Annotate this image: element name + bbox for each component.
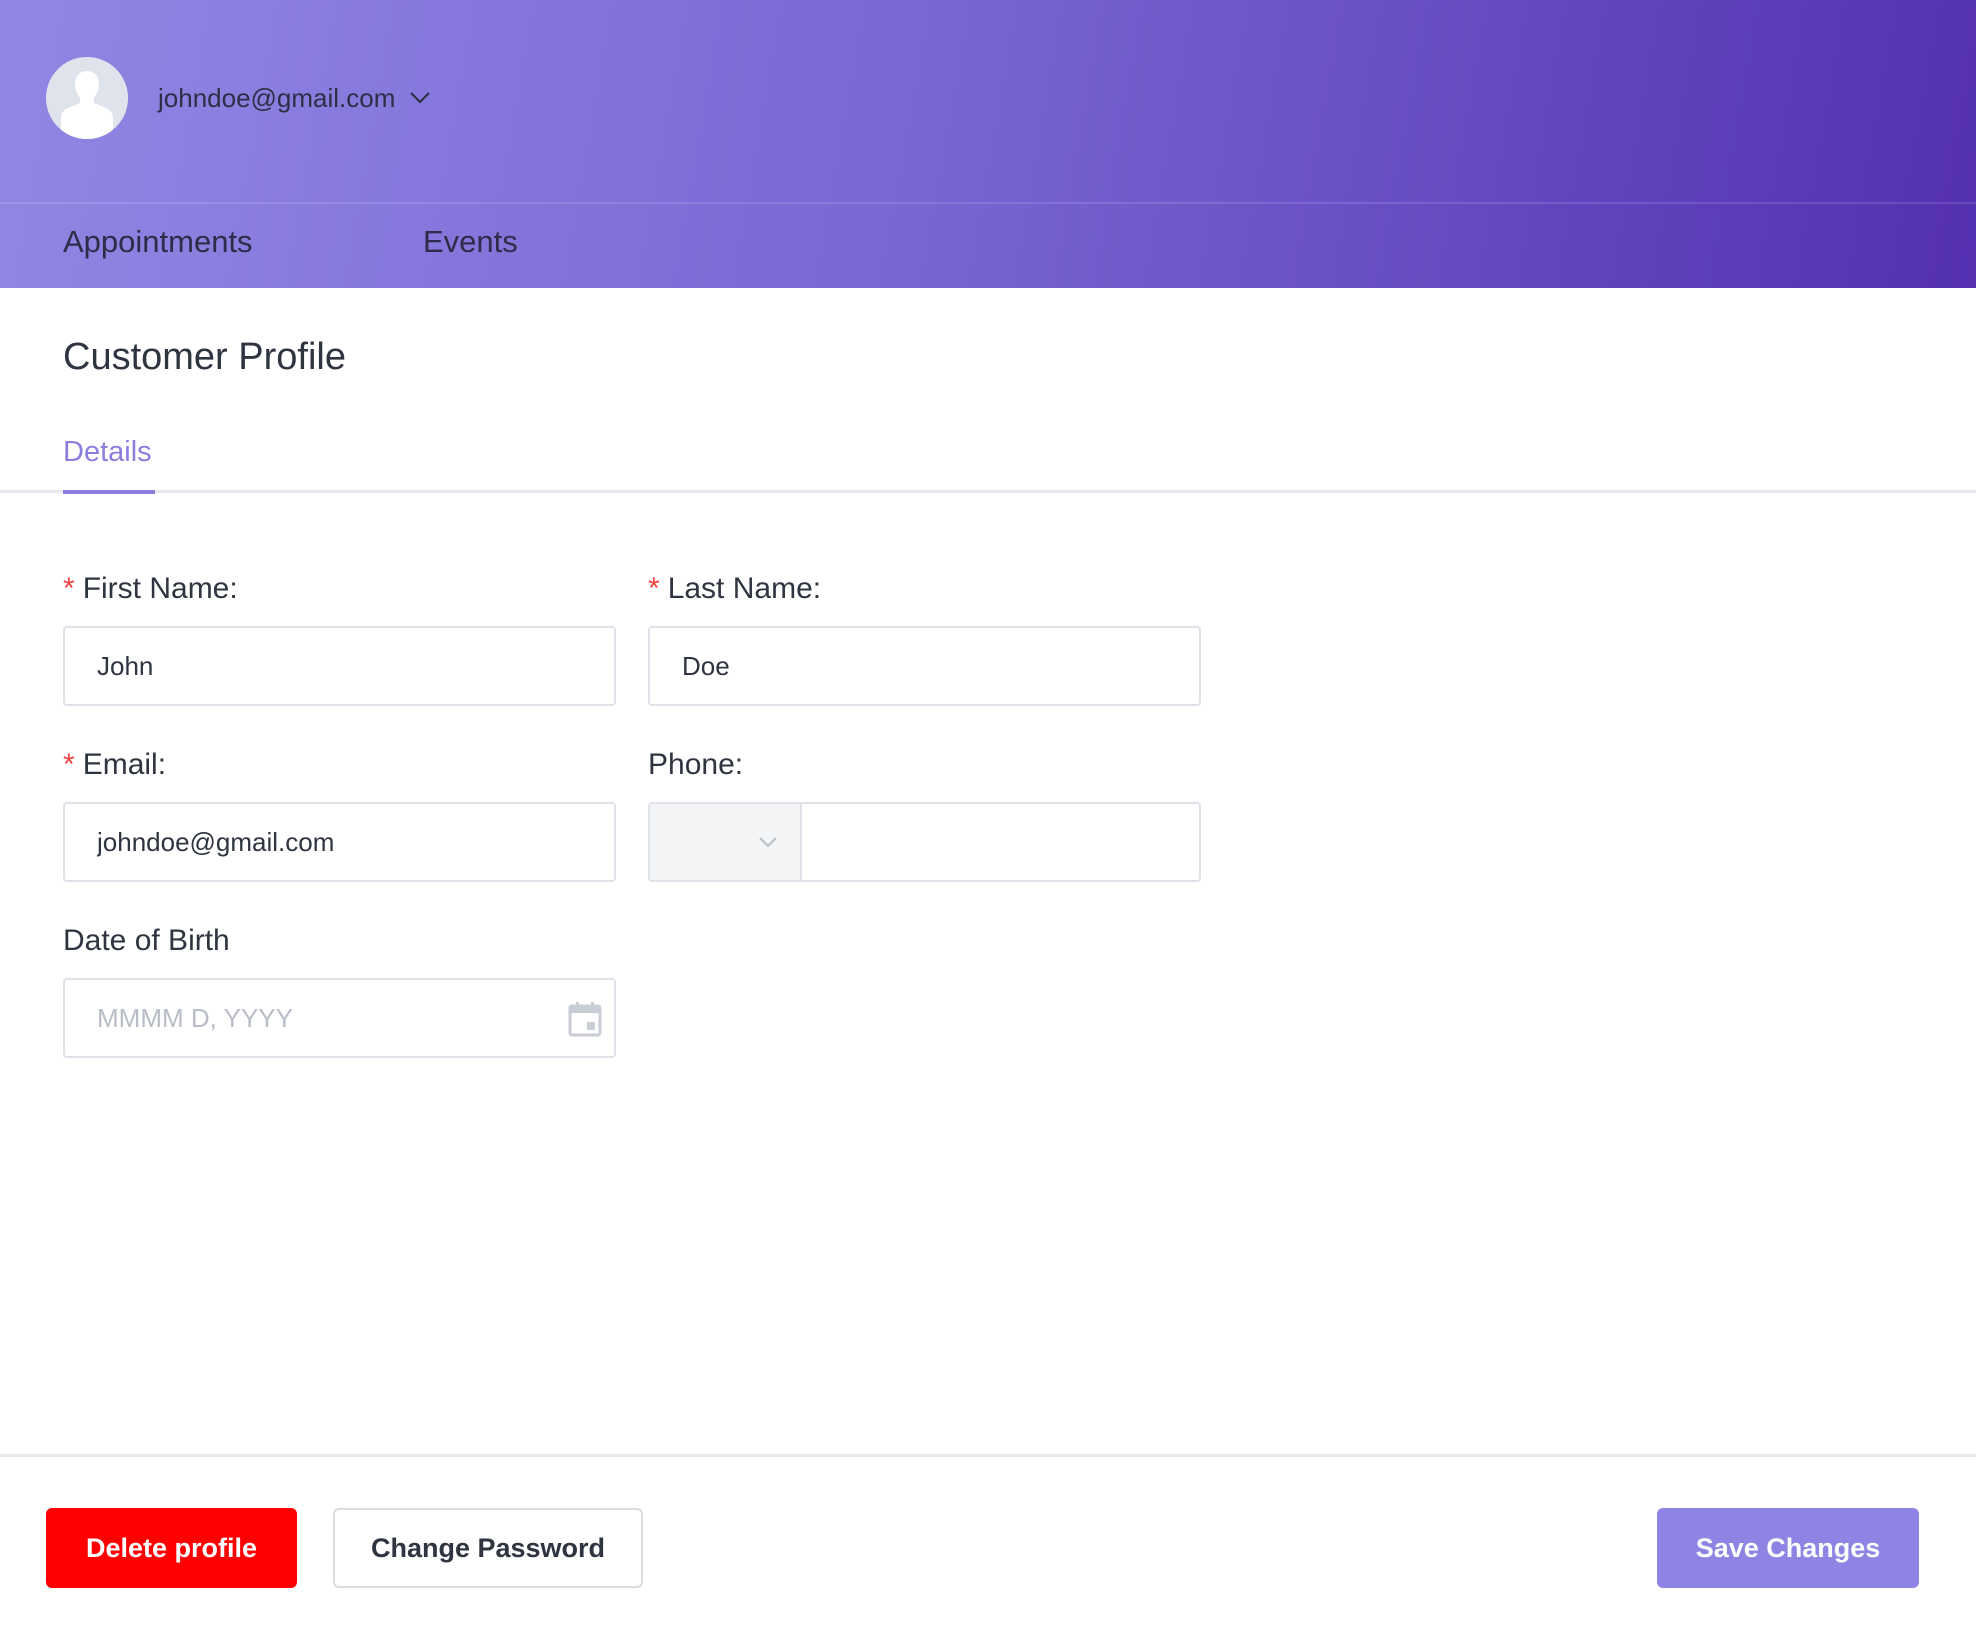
- required-marker: *: [648, 572, 660, 605]
- required-marker: *: [63, 572, 75, 605]
- first-name-label: * First Name:: [63, 572, 238, 606]
- chevron-down-icon: [759, 837, 777, 848]
- user-avatar-icon[interactable]: [46, 57, 128, 139]
- email-label: * Email:: [63, 748, 166, 782]
- change-password-button[interactable]: Change Password: [333, 1508, 643, 1588]
- app-header: johndoe@gmail.com Appointments Events: [0, 0, 1976, 288]
- tab-details[interactable]: Details: [63, 436, 152, 469]
- last-name-label: * Last Name:: [648, 572, 821, 606]
- last-name-label-text: Last Name:: [667, 572, 822, 605]
- email-label-text: Email:: [82, 748, 167, 781]
- email-input[interactable]: [63, 802, 616, 882]
- dob-label: Date of Birth: [63, 924, 230, 957]
- delete-profile-button[interactable]: Delete profile: [46, 1508, 297, 1588]
- footer-divider: [0, 1454, 1976, 1457]
- dob-input[interactable]: [63, 978, 616, 1058]
- calendar-icon[interactable]: [568, 1001, 602, 1037]
- last-name-input[interactable]: [648, 626, 1201, 706]
- nav-item-events[interactable]: Events: [423, 224, 518, 260]
- header-top-bar: johndoe@gmail.com: [0, 0, 1976, 202]
- user-email: johndoe@gmail.com: [158, 82, 396, 113]
- first-name-input[interactable]: [63, 626, 616, 706]
- tab-bar: [0, 490, 1976, 493]
- active-tab-indicator: [63, 490, 155, 494]
- main-nav: Appointments Events: [0, 204, 1976, 288]
- phone-label: Phone:: [648, 748, 744, 781]
- user-menu-toggle[interactable]: johndoe@gmail.com: [158, 75, 431, 121]
- phone-field: [648, 802, 1201, 882]
- phone-number-input[interactable]: [802, 804, 1199, 880]
- chevron-down-icon: [410, 92, 431, 104]
- first-name-label-text: First Name:: [82, 572, 238, 605]
- required-marker: *: [63, 748, 75, 781]
- page-title: Customer Profile: [63, 336, 346, 378]
- country-code-select[interactable]: [650, 804, 802, 880]
- save-changes-button[interactable]: Save Changes: [1657, 1508, 1919, 1588]
- nav-item-appointments[interactable]: Appointments: [63, 224, 253, 260]
